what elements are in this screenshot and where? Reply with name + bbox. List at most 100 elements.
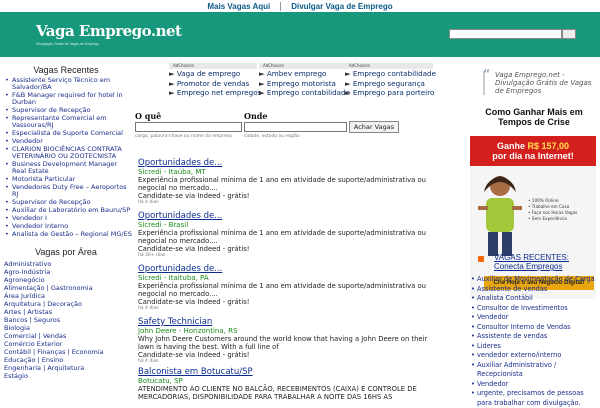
ad-link[interactable]: ► Emprego contabilidade xyxy=(259,88,350,98)
recent-jobs-title: Vagas Recentes xyxy=(33,65,99,75)
ad-link[interactable]: ► Promotor de vendas xyxy=(169,79,257,89)
site-quote: “ Vaga Emprego.net - Divulgação Grátis d… xyxy=(483,67,598,95)
rss-job-link[interactable]: urgente, precisamos de pessoas para trab… xyxy=(468,389,600,408)
job-title-link[interactable]: Balconista em Botucatu/SP xyxy=(138,367,438,377)
recent-job-link[interactable]: CLARION BIOCIÊNCIAS CONTRATA VETERINÁRIO… xyxy=(0,146,132,160)
recent-job-link[interactable]: F&B Manager required for hotel in Durban xyxy=(0,92,132,106)
job-company: Sicredi - Itaúba, MT xyxy=(138,168,206,176)
ad-block: AdChoices ► Emprego contabilidade ► Empr… xyxy=(345,63,436,98)
job-listing: Oportunidades de... Sicredi - Itaituba, … xyxy=(138,264,438,312)
area-link[interactable]: Engenharia | Arquitetura xyxy=(4,364,132,372)
site-header: Vaga Emprego.net Divulgação Gratis de Va… xyxy=(0,12,600,57)
job-apply-cta[interactable]: Candidate-se via Indeed - grátis! xyxy=(138,192,438,200)
recent-job-link[interactable]: Especialista de Suporte Comercial xyxy=(0,130,132,138)
job-description: Experiência profissional mínima de 1 ano… xyxy=(138,176,426,192)
ad-link[interactable]: ► Emprego contabilidade xyxy=(345,69,436,79)
area-link[interactable]: Contábil | Finanças | Economia xyxy=(4,348,132,356)
job-apply-cta[interactable]: Candidate-se via Indeed - grátis! xyxy=(138,351,438,359)
ad-link[interactable]: ► Ambev emprego xyxy=(259,69,347,79)
rss-icon xyxy=(478,256,484,262)
recent-job-link[interactable]: Auxiliar de Laboratório em Bauru/SP xyxy=(0,207,132,215)
ad-link[interactable]: ► Emprego net empregos xyxy=(169,88,261,98)
recent-job-link[interactable]: Business Development Manager Real Estate xyxy=(0,161,132,175)
area-link[interactable]: Arquitetura | Decoração xyxy=(4,300,132,308)
area-link[interactable]: Administrativo xyxy=(4,260,132,268)
job-company: Botucatu, SP xyxy=(138,377,183,385)
rss-job-link[interactable]: Vendedor xyxy=(468,313,600,323)
nav-divider xyxy=(280,1,282,11)
recent-job-link[interactable]: Supervisor de Recepção xyxy=(0,199,132,207)
ad-link[interactable]: ► Emprego para porteiro xyxy=(345,88,434,98)
mais-vagas-link[interactable]: Mais Vagas Aqui xyxy=(207,2,270,11)
area-link[interactable]: Comercial | Vendas xyxy=(4,332,132,340)
rss-job-link[interactable]: Vendedor xyxy=(468,380,600,390)
recent-job-link[interactable]: Vendedores Duty Free – Aeroportos RJ xyxy=(0,184,132,198)
job-company: Sicredi - Itaituba, PA xyxy=(138,274,209,282)
top-navigation: Mais Vagas Aqui Divulgar Vaga de Emprego xyxy=(0,0,600,12)
rss-job-link[interactable]: Assistente de vendas xyxy=(468,285,600,295)
area-link[interactable]: Área Jurídica xyxy=(4,292,132,300)
area-link[interactable]: Alimentação | Gastronomia xyxy=(4,284,132,292)
job-age: há 4 dias xyxy=(138,306,159,311)
recent-job-link[interactable]: Analista de Gestão – Regional MG/ES xyxy=(0,231,132,239)
job-age: há 30+ dias xyxy=(138,253,166,258)
job-title-link[interactable]: Oportunidades de... xyxy=(138,264,438,274)
where-label: Onde xyxy=(244,111,268,121)
recent-job-link[interactable]: Vendedor Interno xyxy=(0,223,132,231)
rss-job-link[interactable]: Assistente de vendas xyxy=(468,332,600,342)
area-link[interactable]: Biologia xyxy=(4,324,132,332)
area-link[interactable]: Bancos | Seguros xyxy=(4,316,132,324)
recent-job-link[interactable]: Supervisor de Recepção xyxy=(0,107,132,115)
rss-job-link[interactable]: Analista Contábil xyxy=(468,294,600,304)
area-link[interactable]: Estágio xyxy=(4,372,132,380)
job-description: Experiência profissional mínima de 1 ano… xyxy=(138,229,426,245)
rss-job-link[interactable]: vendedor externo/interno xyxy=(468,351,600,361)
where-input[interactable] xyxy=(244,122,347,132)
banner-features: • 100% Online • Trabalhe em Casa • Faça … xyxy=(528,198,578,221)
job-listing: Safety Technician John Deere - Horizonti… xyxy=(138,317,438,365)
ad-link[interactable]: ► Vaga de emprego xyxy=(169,69,257,79)
rss-job-link[interactable]: Consultor de Investimentos xyxy=(468,304,600,314)
job-age: há 4 dias xyxy=(138,200,159,205)
header-search-input[interactable] xyxy=(449,29,562,39)
area-link[interactable]: Agronegócio xyxy=(4,276,132,284)
left-sidebar: Vagas Recentes Assistente Serviço Técnic… xyxy=(0,57,132,400)
area-link[interactable]: Agro-Indústria xyxy=(4,268,132,276)
site-tagline: Divulgação Gratis de Vagas de Emprego xyxy=(36,42,100,46)
area-link[interactable]: Artes | Artistas xyxy=(4,308,132,316)
area-link[interactable]: Educação | Ensino xyxy=(4,356,132,364)
recent-job-link[interactable]: Representante Comercial em Vassouras/RJ xyxy=(0,115,132,129)
job-title-link[interactable]: Oportunidades de... xyxy=(138,158,438,168)
ad-link[interactable]: ► Emprego motorista xyxy=(259,79,347,89)
job-age: há 4 dias xyxy=(138,359,159,364)
recent-job-link[interactable]: Motorista Particular xyxy=(0,176,132,184)
what-input[interactable] xyxy=(135,122,242,132)
rss-job-link[interactable]: Auxiliar de Movimentação de Carga xyxy=(468,275,600,285)
rss-job-link[interactable]: Auxiliar Administrativo / Recepcionista xyxy=(468,361,600,380)
quote-text: Vaga Emprego.net - Divulgação Grátis de … xyxy=(495,71,592,95)
area-link[interactable]: Comércio Exterior xyxy=(4,340,132,348)
banner-headline: Ganhe R$ 157,00 por dia na Internet! xyxy=(470,136,596,166)
find-jobs-button[interactable]: Achar Vagas xyxy=(349,121,399,133)
header-search-button[interactable] xyxy=(562,29,576,39)
rss-job-link[interactable]: Lideres xyxy=(468,342,600,352)
recent-job-link[interactable]: Vendedor I xyxy=(0,215,132,223)
divulgar-vaga-link[interactable]: Divulgar Vaga de Emprego xyxy=(291,2,392,11)
right-sidebar: “ Vaga Emprego.net - Divulgação Grátis d… xyxy=(468,57,600,407)
job-apply-cta[interactable]: Candidate-se via Indeed - grátis! xyxy=(138,298,438,306)
ad-link[interactable]: ► Emprego segurança xyxy=(345,79,433,89)
recent-jobs-list: Assistente Serviço Técnico em Salvador/B… xyxy=(0,77,132,239)
job-title-link[interactable]: Safety Technician xyxy=(138,317,438,327)
recent-job-link[interactable]: Assistente Serviço Técnico em Salvador/B… xyxy=(0,77,132,91)
person-icon xyxy=(478,176,522,256)
job-listing: Oportunidades de... Sicredi - Brasil Exp… xyxy=(138,211,438,259)
rss-feed-title[interactable]: VAGAS RECENTES: Conecta Empregos xyxy=(494,253,600,271)
job-apply-cta[interactable]: Candidate-se via Indeed - grátis! xyxy=(138,245,438,253)
recent-job-link[interactable]: Vendedor xyxy=(0,138,132,146)
job-description: ATENDIMENTO AO CLIENTE NO BALCÃO, RECEBI… xyxy=(138,385,417,401)
rss-job-link[interactable]: Consultor Interno de Vendas xyxy=(468,323,600,333)
job-listing: Oportunidades de... Sicredi - Itaúba, MT… xyxy=(138,158,438,206)
job-title-link[interactable]: Oportunidades de... xyxy=(138,211,438,221)
site-logo[interactable]: Vaga Emprego.net xyxy=(36,22,182,40)
areas-title: Vagas por Área xyxy=(35,247,97,257)
